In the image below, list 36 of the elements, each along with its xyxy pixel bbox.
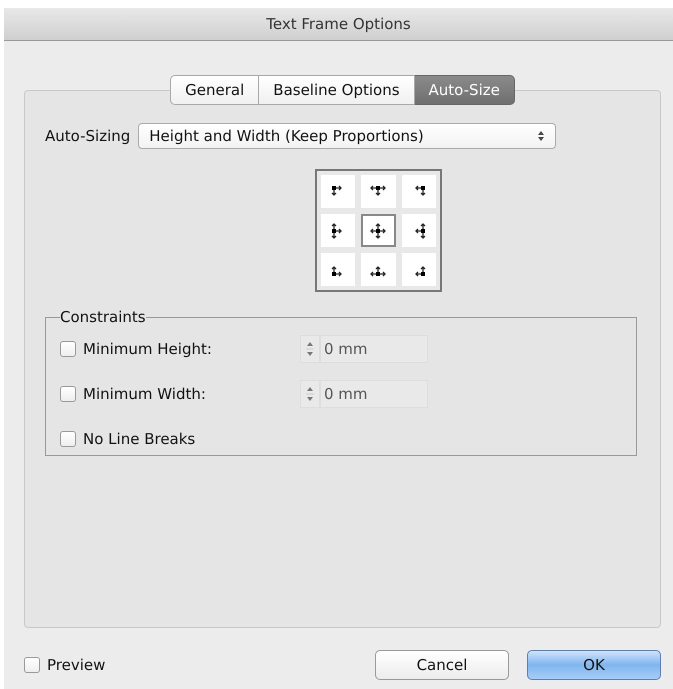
reference-point[interactable] [321, 253, 356, 286]
arrows-icon [332, 266, 342, 276]
arrows-icon [332, 184, 342, 196]
reference-point[interactable] [321, 214, 356, 247]
reference-point[interactable] [402, 214, 436, 247]
reference-point[interactable] [361, 175, 396, 208]
checkbox[interactable] [24, 657, 40, 673]
up-down-icon [537, 130, 546, 142]
ok-button[interactable]: OK [527, 650, 661, 680]
auto-sizing-label: Auto-Sizing [45, 127, 130, 145]
tab[interactable]: Baseline Options [259, 75, 415, 105]
auto-sizing-dropdown[interactable]: Height and Width (Keep Proportions) [138, 123, 556, 149]
arrows-icon [414, 184, 426, 196]
checkbox[interactable] [60, 430, 76, 446]
arrows-icon [370, 222, 386, 238]
constraints-title: Constraints [60, 308, 146, 326]
reference-point[interactable] [402, 175, 436, 208]
arrows-icon [414, 266, 426, 276]
window-title: Text Frame Options [266, 15, 411, 33]
checkbox-label: Minimum Width: [83, 384, 206, 402]
reference-point[interactable] [321, 175, 356, 208]
arrows-icon [332, 222, 342, 238]
tab[interactable]: General [170, 75, 260, 105]
stepper-icon[interactable] [300, 380, 320, 408]
arrows-icon [414, 222, 426, 238]
reference-point[interactable] [361, 214, 396, 247]
checkbox-label: No Line Breaks [83, 430, 196, 448]
checkbox-label: Minimum Height: [83, 340, 212, 358]
tab[interactable]: Auto-Size [414, 75, 515, 105]
stepper-icon[interactable] [300, 334, 320, 362]
reference-point[interactable] [402, 253, 436, 286]
cancel-button[interactable]: Cancel [375, 650, 509, 680]
checkbox-label: Preview [47, 656, 106, 674]
reference-point[interactable] [361, 253, 396, 286]
arrows-icon [370, 184, 386, 196]
arrows-icon [370, 266, 386, 276]
